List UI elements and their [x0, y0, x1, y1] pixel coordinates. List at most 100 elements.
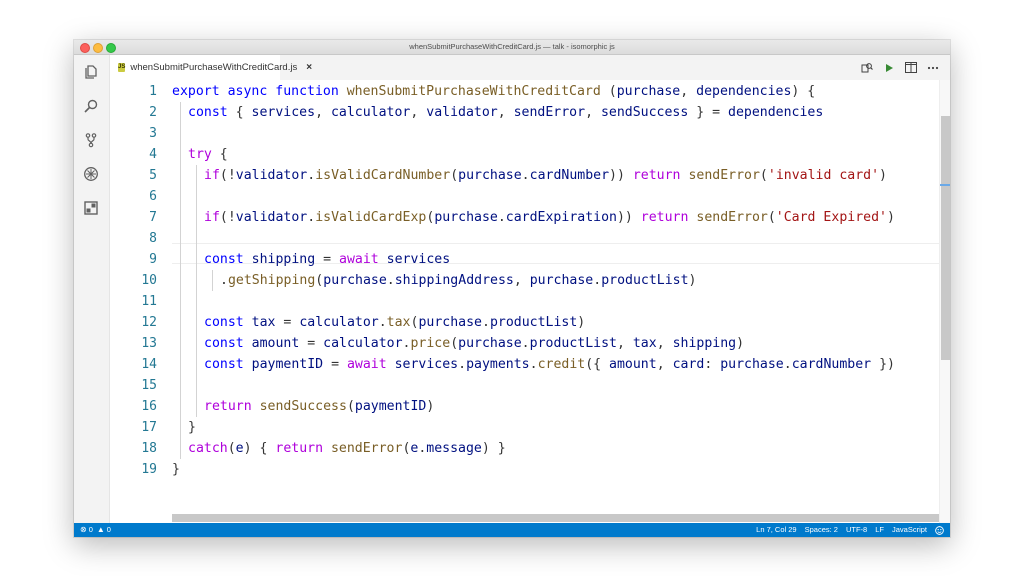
- editor-actions: [856, 55, 944, 80]
- line-number: 9: [149, 252, 157, 267]
- code-token: purchase: [529, 273, 594, 288]
- problems-status[interactable]: ⊗ 0 ▲ 0: [80, 523, 111, 537]
- extensions-icon[interactable]: [82, 199, 100, 217]
- error-icon: ⊗: [80, 525, 87, 534]
- horizontal-scroll-thumb[interactable]: [172, 514, 939, 522]
- cursor-position-marker: [940, 184, 950, 186]
- code-token: e: [235, 441, 244, 456]
- indentation-status[interactable]: Spaces: 2: [805, 523, 838, 537]
- files-icon[interactable]: [82, 63, 100, 81]
- code-area[interactable]: export async function whenSubmitPurchase…: [172, 80, 940, 523]
- code-token: const: [204, 252, 244, 267]
- code-token: ) {: [791, 84, 816, 99]
- code-token: .: [497, 210, 506, 225]
- indent-guide: [212, 270, 213, 291]
- code-token: tax: [251, 315, 276, 330]
- code-token: 'invalid card': [767, 168, 880, 183]
- code-token: .: [386, 273, 395, 288]
- code-token: .: [307, 210, 316, 225]
- code-token: ): [426, 399, 435, 414]
- line-number: 4: [149, 147, 157, 162]
- line-number: 11: [141, 294, 157, 309]
- code-token: paymentID: [354, 399, 427, 414]
- code-token: cardNumber: [791, 357, 872, 372]
- code-token: calculator: [299, 315, 379, 330]
- code-editor[interactable]: 1 2 3 4 5 6 7 8 9 10 11 12 13 14 15 16 1…: [110, 80, 950, 523]
- code-token: return: [275, 441, 324, 456]
- code-line: }: [172, 459, 180, 480]
- code-token: validator: [235, 168, 308, 183]
- source-control-icon[interactable]: [82, 131, 100, 149]
- code-token: shipping: [251, 252, 316, 267]
- code-token: validator: [426, 105, 498, 120]
- code-token: )): [616, 210, 641, 225]
- code-token: =: [323, 357, 347, 372]
- code-token: {: [211, 147, 228, 162]
- code-token: ,: [656, 357, 673, 372]
- code-token: calculator: [330, 105, 411, 120]
- vertical-scroll-thumb[interactable]: [941, 116, 950, 360]
- language-mode-status[interactable]: JavaScript: [892, 523, 927, 537]
- code-token: ,: [680, 84, 697, 99]
- code-token: purchase: [418, 315, 482, 330]
- code-token: sendSuccess: [600, 105, 689, 120]
- code-token: return: [204, 399, 252, 414]
- code-token: }): [871, 357, 895, 372]
- code-line: const paymentID = await services.payment…: [204, 354, 895, 375]
- code-token: export: [172, 84, 220, 99]
- code-token: ,: [656, 336, 673, 351]
- code-token: validator: [235, 210, 308, 225]
- code-token: isValidCardExp: [315, 210, 427, 225]
- line-number: 19: [141, 462, 157, 477]
- indent-guide: [180, 102, 181, 459]
- window-title: whenSubmitPurchaseWithCreditCard.js — ta…: [409, 42, 615, 51]
- code-line: export async function whenSubmitPurchase…: [172, 81, 815, 102]
- code-token: catch: [188, 441, 228, 456]
- eol-status[interactable]: LF: [875, 523, 884, 537]
- code-token: (: [450, 168, 459, 183]
- code-token: price: [410, 336, 451, 351]
- run-icon[interactable]: [878, 55, 900, 80]
- code-token: sendError: [513, 105, 586, 120]
- activity-bar: [74, 55, 110, 523]
- code-line: return sendSuccess(paymentID): [204, 396, 434, 417]
- warning-count: 0: [106, 525, 111, 534]
- code-token: ,: [585, 105, 601, 120]
- code-line: catch(e) { return sendError(e.message) }: [188, 438, 506, 459]
- code-token: ,: [315, 105, 331, 120]
- cursor-position-status[interactable]: Ln 7, Col 29: [756, 523, 796, 537]
- code-token: purchase: [458, 336, 522, 351]
- javascript-file-icon: JS: [118, 63, 126, 72]
- split-editor-icon[interactable]: [900, 55, 922, 80]
- code-token: (: [767, 210, 776, 225]
- vertical-scrollbar[interactable]: [939, 80, 950, 523]
- debug-icon[interactable]: [82, 165, 100, 183]
- code-token: purchase: [616, 84, 681, 99]
- code-token: (: [759, 168, 768, 183]
- code-token: ,: [410, 105, 427, 120]
- title-bar: whenSubmitPurchaseWithCreditCard.js — ta…: [74, 40, 950, 55]
- code-token: ): [886, 210, 895, 225]
- line-number: 16: [141, 399, 157, 414]
- encoding-status[interactable]: UTF-8: [846, 523, 867, 537]
- code-token: .: [458, 357, 467, 372]
- code-token: calculator: [323, 336, 403, 351]
- close-tab-icon[interactable]: ×: [306, 62, 312, 73]
- code-line: const { services, calculator, validator,…: [188, 102, 823, 123]
- editor-tab[interactable]: JS whenSubmitPurchaseWithCreditCard.js ×: [110, 55, 312, 80]
- code-token: tax: [632, 336, 657, 351]
- code-token: :: [704, 357, 721, 372]
- line-number: 10: [141, 273, 157, 288]
- open-changes-icon[interactable]: [856, 55, 878, 80]
- line-number: 8: [149, 231, 157, 246]
- code-line: const shipping = await services: [204, 249, 450, 270]
- code-token: await: [346, 357, 387, 372]
- code-token: whenSubmitPurchaseWithCreditCard: [346, 84, 601, 99]
- code-token: shipping: [672, 336, 737, 351]
- feedback-smiley-icon[interactable]: [935, 525, 944, 535]
- code-token: if: [204, 168, 220, 183]
- more-actions-icon[interactable]: [922, 55, 944, 80]
- search-icon[interactable]: [82, 97, 100, 115]
- code-token: card: [672, 357, 705, 372]
